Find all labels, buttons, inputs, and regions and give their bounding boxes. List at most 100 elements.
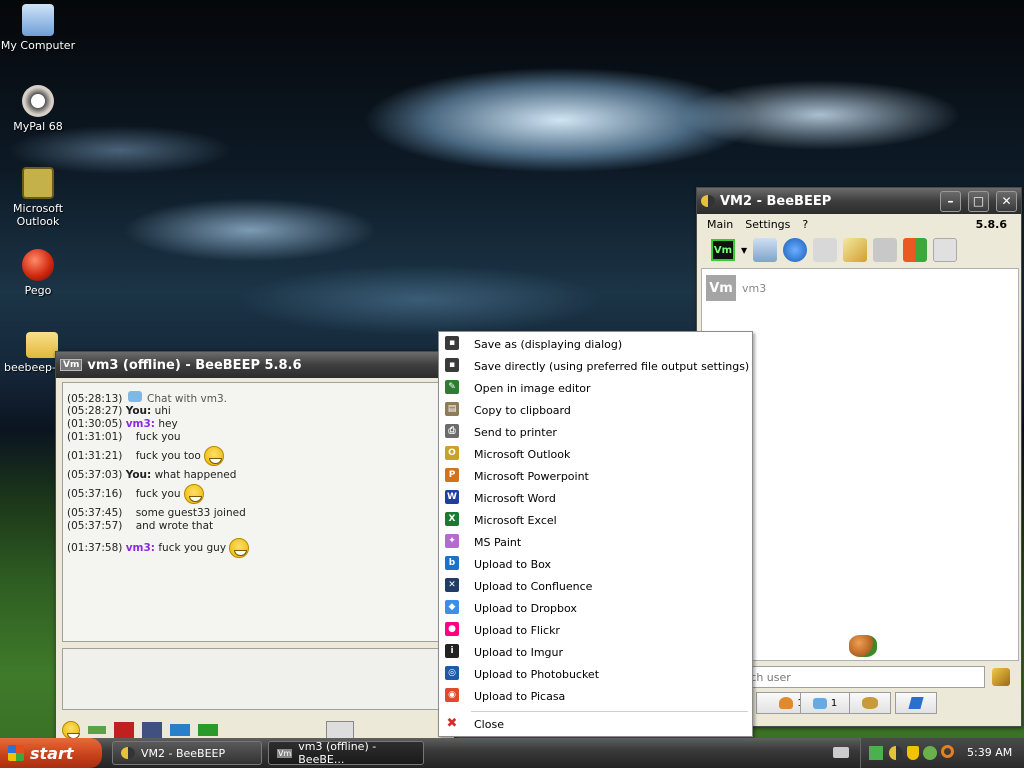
chat-window-titlebar[interactable]: Vm vm3 (offline) - BeeBEEP 5.8.6 bbox=[56, 352, 454, 378]
message-time: (05:28:13) bbox=[67, 393, 123, 405]
bee-tray-icon[interactable] bbox=[889, 746, 903, 760]
menu-item-confluence[interactable]: ✕ Upload to Confluence bbox=[439, 575, 752, 597]
user-item[interactable]: Vm vm3 bbox=[706, 275, 766, 301]
clear-search-icon[interactable] bbox=[992, 668, 1010, 686]
smiley-icon bbox=[229, 538, 250, 558]
menu-item-imgur[interactable]: i Upload to Imgur bbox=[439, 641, 752, 663]
clock: 5:39 AM bbox=[967, 746, 1013, 759]
menu-help[interactable]: ? bbox=[798, 218, 812, 231]
save-icon: ▪ bbox=[445, 336, 459, 350]
message-text: what happened bbox=[154, 469, 237, 481]
maximize-button[interactable]: □ bbox=[968, 190, 989, 212]
dropdown-arrow-icon[interactable]: ▼ bbox=[741, 246, 747, 255]
security-tray-icon[interactable] bbox=[907, 746, 919, 760]
flickr-icon: ● bbox=[445, 622, 459, 636]
desktop-icon-pego[interactable]: Pego bbox=[0, 249, 76, 297]
user-avatar: Vm bbox=[706, 275, 736, 301]
menu-item-clipboard[interactable]: ▤ Copy to clipboard bbox=[439, 399, 752, 421]
task-vm2-beebeep[interactable]: VM2 - BeeBEEP bbox=[112, 741, 262, 765]
edit-icon[interactable] bbox=[843, 238, 868, 262]
context-menu: ▪ Save as (displaying dialog) ▪ Save direc… bbox=[438, 331, 753, 737]
close-button[interactable]: ✕ bbox=[996, 190, 1017, 212]
search-tray-icon[interactable] bbox=[941, 745, 954, 758]
menu-item-label: Microsoft Excel bbox=[474, 513, 557, 527]
menu-item-printer[interactable]: ⎙ Send to printer bbox=[439, 421, 752, 443]
tab-groups[interactable] bbox=[849, 692, 891, 714]
trash-icon[interactable] bbox=[933, 238, 958, 262]
menu-item-box[interactable]: b Upload to Box bbox=[439, 553, 752, 575]
desktop-icon-mypal[interactable]: MyPal 68 bbox=[0, 85, 76, 133]
menu-item-photobucket[interactable]: ◎ Upload to Photobucket bbox=[439, 663, 752, 685]
task-vm3-beebeep[interactable]: Vm vm3 (offline) - BeeBE... bbox=[268, 740, 424, 766]
box-icon: b bbox=[445, 556, 459, 570]
menu-item-powerpoint[interactable]: P Microsoft Powerpoint bbox=[439, 465, 752, 487]
transfer-icon[interactable] bbox=[903, 238, 928, 262]
chat-message: (05:28:13) Chat with vm3. bbox=[67, 391, 227, 405]
screenshot-button-icon[interactable] bbox=[170, 724, 190, 736]
desktop-icon-my-computer[interactable]: My Computer bbox=[0, 4, 76, 52]
font-button-icon[interactable] bbox=[114, 722, 134, 738]
desktop-icon-outlook[interactable]: Microsoft Outlook bbox=[0, 167, 76, 228]
menu-item-excel[interactable]: X Microsoft Excel bbox=[439, 509, 752, 531]
menu-item-close[interactable]: ✖ Close bbox=[439, 713, 752, 735]
file-button-icon[interactable] bbox=[142, 722, 162, 738]
menu-item-label: Save as (displaying dialog) bbox=[474, 337, 623, 351]
main-toolbar: Vm ▼ bbox=[697, 234, 1021, 266]
menu-item-paint[interactable]: ✦ MS Paint bbox=[439, 531, 752, 553]
menu-item-picasa[interactable]: ◉ Upload to Picasa bbox=[439, 685, 752, 707]
tab-chats[interactable]: 1 bbox=[800, 692, 850, 714]
keyboard-icon[interactable] bbox=[833, 747, 849, 758]
menu-settings[interactable]: Settings bbox=[741, 218, 794, 231]
menu-item-save-as[interactable]: ▪ Save as (displaying dialog) bbox=[439, 333, 752, 355]
menu-item-flickr[interactable]: ● Upload to Flickr bbox=[439, 619, 752, 641]
desktop-icon-label: My Computer bbox=[0, 39, 76, 52]
confluence-icon: ✕ bbox=[445, 578, 459, 592]
color-button-icon[interactable] bbox=[88, 726, 106, 734]
users-icon bbox=[779, 697, 794, 709]
menu-item-save-directly[interactable]: ▪ Save directly (using preferred file out… bbox=[439, 355, 752, 377]
search-box[interactable]: rch user bbox=[739, 666, 985, 688]
emoticon-button-icon[interactable] bbox=[62, 721, 80, 739]
menu-item-label: Upload to Confluence bbox=[474, 579, 593, 593]
minimize-button[interactable]: – bbox=[940, 190, 961, 212]
favorite-icon[interactable] bbox=[813, 238, 838, 262]
message-text: uhi bbox=[154, 405, 171, 417]
bee2-tray-icon[interactable] bbox=[923, 746, 937, 760]
status-button[interactable]: Vm bbox=[711, 239, 735, 261]
menu-item-label: Save directly (using preferred file outp… bbox=[474, 359, 750, 373]
menu-main[interactable]: Main bbox=[703, 218, 737, 231]
user-name: vm3 bbox=[742, 281, 767, 295]
version-label: 5.8.6 bbox=[975, 217, 1007, 231]
imgur-icon: i bbox=[445, 644, 459, 658]
menu-item-label: Upload to Dropbox bbox=[474, 601, 577, 615]
chat-message: (01:30:05) vm3: hey bbox=[67, 418, 178, 430]
message-text: hey bbox=[158, 418, 178, 430]
outlook-icon bbox=[22, 167, 54, 199]
tab-share[interactable] bbox=[895, 692, 937, 714]
menu-item-label: Microsoft Outlook bbox=[474, 447, 571, 461]
profile-icon[interactable] bbox=[753, 238, 778, 262]
powerpoint-icon: P bbox=[445, 468, 459, 482]
message-input[interactable] bbox=[62, 648, 454, 710]
menu-item-word[interactable]: W Microsoft Word bbox=[439, 487, 752, 509]
message-text: some guest33 joined bbox=[135, 507, 246, 519]
message-text: and wrote that bbox=[135, 520, 214, 532]
start-button[interactable]: start bbox=[0, 738, 102, 768]
chat-history[interactable]: (05:28:13) Chat with vm3. (05:28:27) You… bbox=[62, 382, 454, 642]
tab-count: 1 bbox=[830, 697, 838, 709]
clear-button-icon[interactable] bbox=[198, 724, 218, 736]
system-tray: 5:39 AM bbox=[860, 738, 1024, 768]
menu-item-dropbox[interactable]: ◆ Upload to Dropbox bbox=[439, 597, 752, 619]
message-time: (01:31:21) bbox=[67, 450, 123, 462]
tools-icon[interactable] bbox=[873, 238, 898, 262]
groups-icon bbox=[862, 697, 878, 709]
network-icon[interactable] bbox=[783, 238, 808, 262]
message-sender: vm3: bbox=[125, 418, 155, 430]
menu-item-image-editor[interactable]: ✎ Open in image editor bbox=[439, 377, 752, 399]
send-button-icon[interactable] bbox=[326, 721, 354, 739]
share-icon bbox=[908, 697, 924, 709]
network-tray-icon[interactable] bbox=[869, 746, 883, 760]
main-window-titlebar[interactable]: VM2 - BeeBEEP – □ ✕ bbox=[697, 188, 1021, 214]
menu-item-outlook[interactable]: O Microsoft Outlook bbox=[439, 443, 752, 465]
chat-message: (05:37:03) You: what happened bbox=[67, 469, 236, 481]
